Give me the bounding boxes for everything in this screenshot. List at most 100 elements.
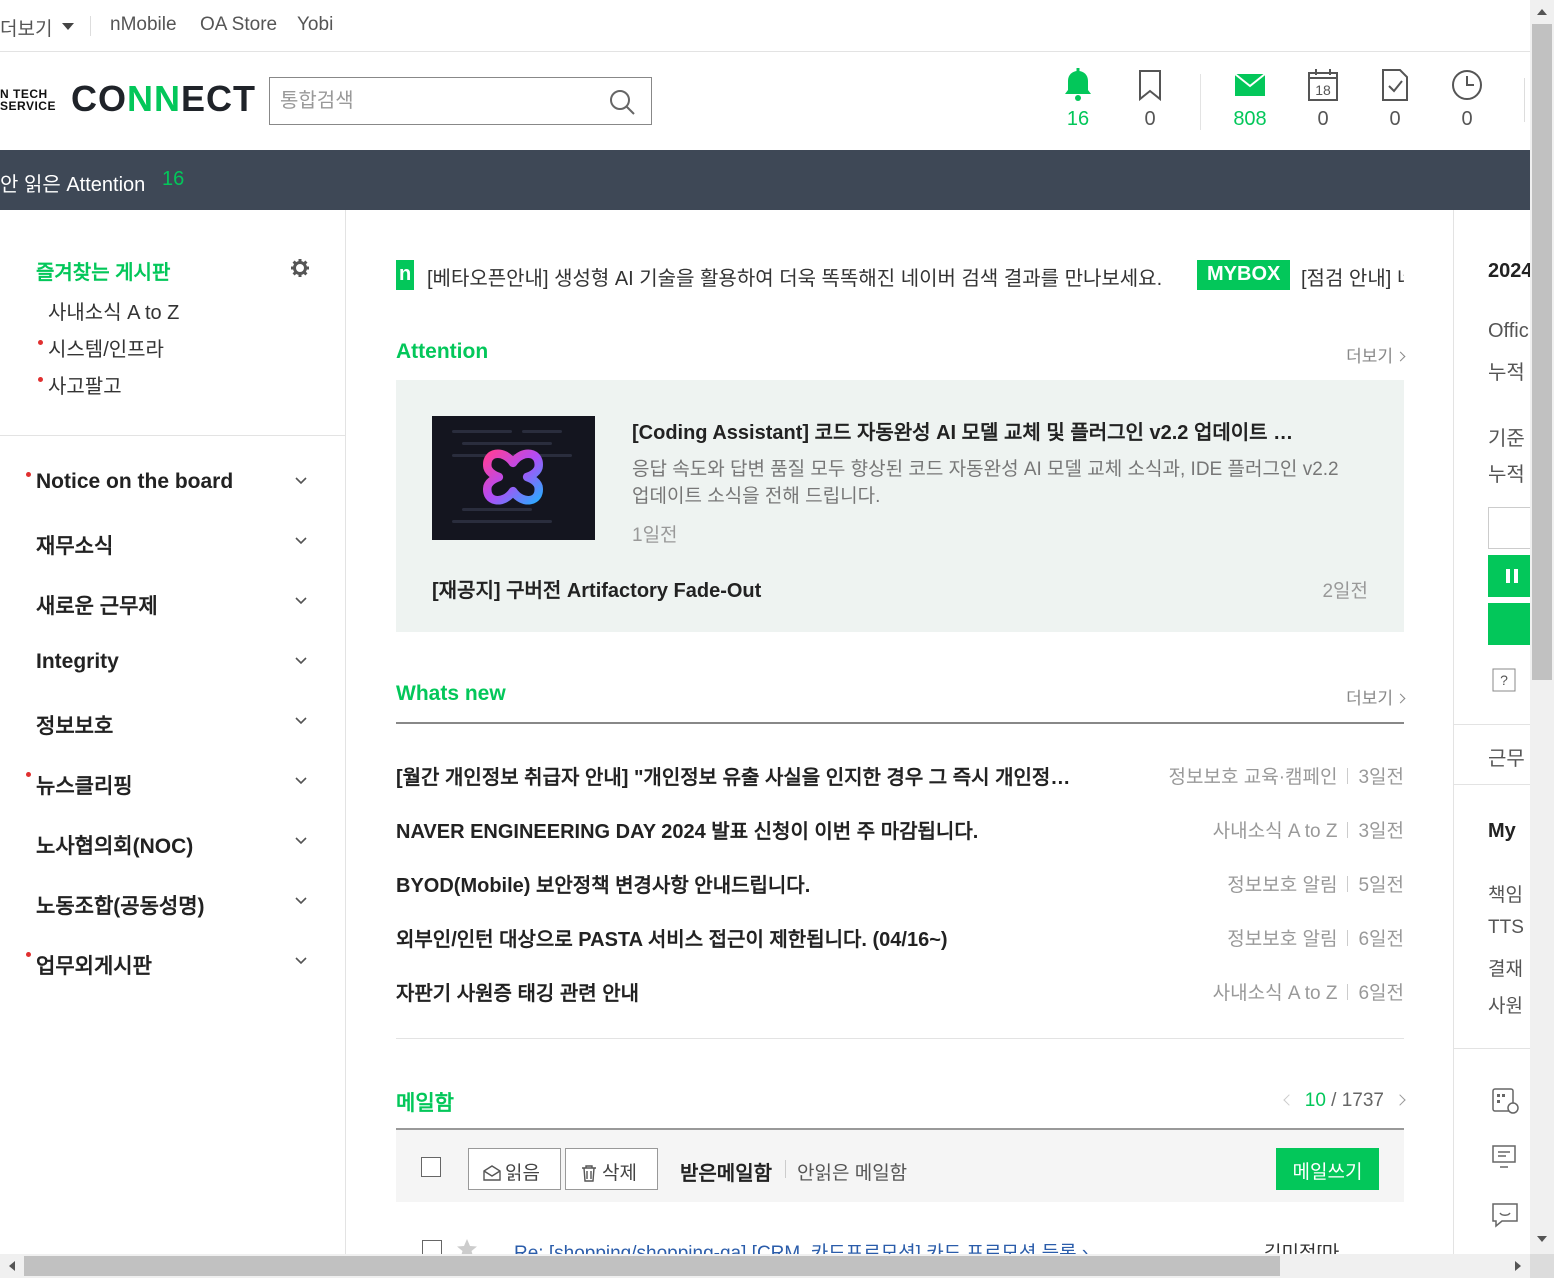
action-button[interactable] [1488,603,1530,645]
envelope-open-icon [483,1165,501,1181]
vertical-scrollbar[interactable] [1530,0,1554,1254]
divider [1347,768,1349,784]
sidebar-item-label: 노사협의회(NOC) [36,835,194,858]
scroll-down-arrow-icon[interactable] [1537,1236,1547,1242]
bell-icon [1065,68,1091,101]
search-icon[interactable] [609,89,635,115]
mail-subject[interactable]: Re: [shopping/shopping-qa] [CRM_카드프로모션] … [514,1238,1113,1254]
inbox-tab[interactable]: 받은메일함 [680,1157,772,1186]
news-title[interactable]: 외부인/인턴 대상으로 PASTA 서비스 접근이 제한됩니다. (04/16~… [396,923,948,952]
sidebar-item-label: 재무소식 [36,535,114,558]
star-icon[interactable] [456,1238,478,1254]
chat-icon[interactable] [1490,1200,1520,1230]
vertical-scroll-thumb[interactable] [1532,24,1552,680]
attention-item-desc[interactable]: 응답 속도와 답변 품질 모두 향상된 코드 자동완성 AI 모델 교체 소식과… [632,456,1352,510]
sidebar-item-offwork-board[interactable]: 업무외게시판 [0,934,346,994]
news-title[interactable]: BYOD(Mobile) 보안정책 변경사항 안내드립니다. [396,869,810,898]
sidebar-item-union[interactable]: 노동조합(공동성명) [0,874,346,934]
page-current: 10 [1304,1090,1326,1111]
list-item[interactable]: BYOD(Mobile) 보안정책 변경사항 안내드립니다. 정보보호 알림 5일… [396,861,1404,901]
list-item[interactable]: NAVER ENGINEERING DAY 2024 발표 신청이 이번 주 마… [396,807,1404,847]
unread-tab[interactable]: 안읽은 메일함 [797,1158,907,1185]
search-input[interactable] [280,88,600,114]
my-link[interactable]: TTS [1488,917,1524,939]
link-yobi[interactable]: Yobi [297,14,333,36]
list-item[interactable]: 자판기 사원증 태깅 관련 안내 사내소식 A to Z 6일전 [396,969,1404,1009]
scroll-right-arrow-icon[interactable] [1515,1261,1521,1271]
ticker-text[interactable]: [베타오픈안내] 생성형 AI 기술을 활용하여 더욱 똑똑해진 네이버 검색 … [427,262,1162,291]
delete-button[interactable]: 삭제 [565,1148,658,1190]
sidebar-item-noc[interactable]: 노사협의회(NOC) [0,814,346,874]
sidebar-item-news-clipping[interactable]: 뉴스클리핑 [0,754,346,814]
news-title[interactable]: 자판기 사원증 태깅 관련 안내 [396,977,639,1006]
attention-bell-button[interactable]: 16 [1048,68,1108,131]
caret-down-icon[interactable] [62,23,74,30]
gear-icon[interactable] [290,258,310,278]
scroll-left-arrow-icon[interactable] [9,1261,15,1271]
news-time: 5일전 [1358,875,1404,896]
sidebar-item-finance[interactable]: 재무소식 [0,514,346,574]
chevron-left-icon[interactable] [1283,1094,1295,1106]
mail-button[interactable]: 808 [1220,68,1280,131]
sidebar-item-notice[interactable]: Notice on the board [0,454,346,514]
delete-label: 삭제 [602,1163,637,1184]
bookmark-icon [1139,70,1161,102]
attention-thumbnail[interactable] [432,416,595,540]
logo[interactable]: CONNECT [71,78,256,120]
approval-button[interactable]: 0 [1365,68,1425,131]
my-link[interactable]: 책임 [1488,880,1523,907]
more-menu[interactable]: 더보기 [0,14,52,41]
attention-more-link[interactable]: 더보기 [1346,342,1406,367]
fav-item-buy-sell[interactable]: 사고팔고 [48,370,122,399]
bookmark-button[interactable]: 0 [1120,68,1180,131]
ticker-text[interactable]: [점검 안내] 네 [1301,262,1404,291]
calendar-day: 18 [1315,82,1331,98]
new-dot [26,952,31,957]
status-input[interactable] [1488,507,1530,549]
my-link[interactable]: 사원 [1488,991,1523,1018]
horizontal-scrollbar[interactable] [0,1254,1530,1278]
divider [785,1160,786,1178]
mark-read-button[interactable]: 읽음 [468,1148,561,1190]
attention-count: 16 [1066,108,1090,130]
fav-item-company-news[interactable]: 사내소식 A to Z [48,296,179,325]
pause-button[interactable] [1488,555,1530,597]
fav-item-system-infra[interactable]: 시스템/인프라 [48,333,164,362]
my-section-title: My [1488,820,1516,842]
list-item[interactable]: 외부인/인턴 대상으로 PASTA 서비스 접근이 제한됩니다. (04/16~… [396,915,1404,955]
chevron-down-icon [295,657,307,665]
sidebar-item-integrity[interactable]: Integrity [0,634,346,694]
attention-item-title[interactable]: [Coding Assistant] 코드 자동완성 AI 모델 교체 및 플러… [632,416,1293,445]
calculator-download-icon[interactable] [1490,1086,1520,1116]
monitor-icon[interactable] [1490,1142,1520,1172]
mail-checkbox[interactable] [422,1240,442,1254]
help-icon[interactable]: ? [1492,668,1516,692]
office-label: Offic [1488,320,1529,342]
calendar-button[interactable]: 18 0 [1293,68,1353,131]
compose-button[interactable]: 메일쓰기 [1276,1148,1379,1190]
my-link[interactable]: 결재 [1488,954,1523,981]
plugin-logo-icon [483,449,543,505]
attention-item2-title[interactable]: [재공지] 구버전 Artifactory Fade-Out [432,574,761,603]
chevron-down-icon [295,897,307,905]
scroll-up-arrow-icon[interactable] [1537,9,1547,15]
notice-ticker[interactable]: n [베타오픈안내] 생성형 AI 기술을 활용하여 더욱 똑똑해진 네이버 검… [396,258,1404,292]
horizontal-scroll-thumb[interactable] [24,1256,1280,1276]
link-oa-store[interactable]: OA Store [200,14,277,36]
chevron-right-icon [1395,351,1406,362]
pause-icon [1506,569,1518,583]
unread-attention-bar[interactable]: 안 읽은 Attention 16 [0,150,1530,210]
link-nmobile[interactable]: nMobile [110,14,177,36]
news-title[interactable]: [월간 개인정보 취급자 안내] "개인정보 유출 사실을 인지한 경우 그 즉… [396,761,1070,790]
list-item[interactable]: [월간 개인정보 취급자 안내] "개인정보 유출 사실을 인지한 경우 그 즉… [396,753,1404,793]
chevron-right-icon[interactable] [1394,1094,1406,1106]
sidebar-item-new-work[interactable]: 새로운 근무제 [0,574,346,634]
news-meta: 사내소식 A to Z 6일전 [1213,978,1404,1005]
whatsnew-more-link[interactable]: 더보기 [1346,684,1406,709]
clock-button[interactable]: 0 [1437,68,1497,131]
select-all-checkbox[interactable] [421,1157,441,1177]
sidebar-item-security[interactable]: 정보보호 [0,694,346,754]
table-row[interactable]: Re: [shopping/shopping-qa] [CRM_카드프로모션] … [396,1228,1404,1254]
sidebar: 즐겨찾는 게시판 사내소식 A to Z 시스템/인프라 사고팔고 Notice… [0,210,346,1254]
news-title[interactable]: NAVER ENGINEERING DAY 2024 발표 신청이 이번 주 마… [396,815,978,844]
